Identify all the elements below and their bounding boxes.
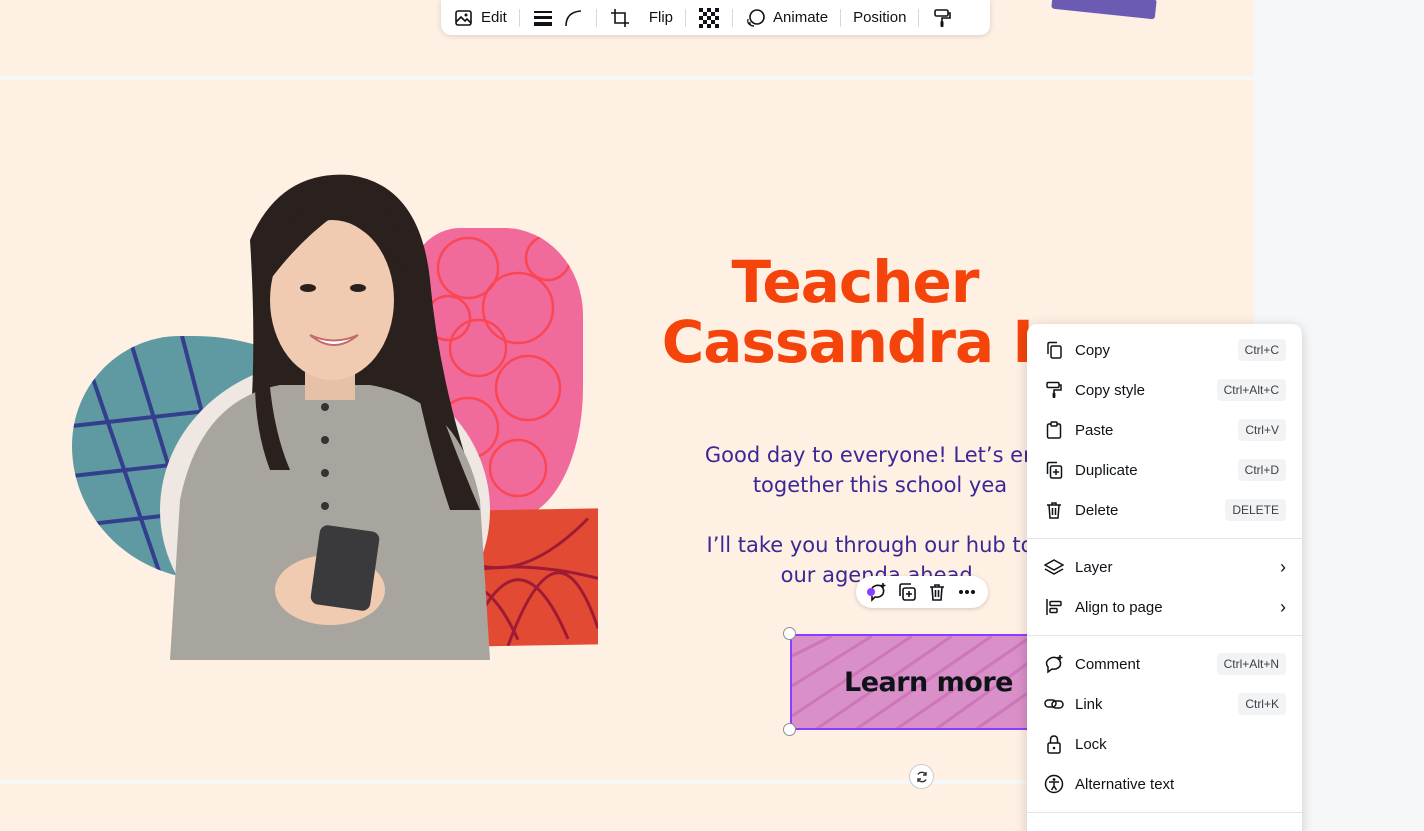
animate-label: Animate: [773, 9, 829, 26]
menu-item-align-to-page[interactable]: Align to page ›: [1027, 587, 1302, 627]
menu-item-copy[interactable]: Copy Ctrl+C: [1027, 330, 1302, 370]
crop-button[interactable]: [605, 3, 635, 33]
transparency-checker-icon: [698, 7, 720, 29]
menu-item-lock[interactable]: Lock: [1027, 724, 1302, 764]
menu-label: Align to page: [1075, 598, 1163, 616]
add-comment-button[interactable]: [865, 580, 889, 604]
corner-curve-icon: [562, 7, 584, 29]
copy-style-button[interactable]: [927, 3, 957, 33]
shortcut-badge: Ctrl+K: [1238, 693, 1286, 715]
element-quick-actions: [856, 576, 988, 608]
menu-divider: [1027, 812, 1302, 813]
menu-label: Paste: [1075, 421, 1114, 439]
title-line-2: Cassandra L: [661, 308, 1050, 376]
shortcut-badge: Ctrl+C: [1237, 339, 1286, 361]
menu-label: Duplicate: [1075, 461, 1138, 479]
menu-item-layer[interactable]: Layer ›: [1027, 547, 1302, 587]
image-edit-icon: [453, 7, 475, 29]
delete-button[interactable]: [925, 580, 949, 604]
clipboard-icon: [1043, 419, 1065, 441]
toolbar-divider: [918, 8, 920, 27]
resize-handle-bottom-left[interactable]: [783, 723, 796, 736]
context-menu: Copy Ctrl+C Copy style Ctrl+Alt+C Paste …: [1027, 324, 1302, 831]
learn-more-button[interactable]: Learn more: [790, 634, 1050, 730]
chevron-right-icon: ›: [1280, 556, 1286, 577]
accessibility-icon: [1043, 773, 1065, 795]
menu-divider: [1027, 635, 1302, 636]
toolbar-divider: [518, 8, 520, 27]
transparency-button[interactable]: [694, 3, 724, 33]
menu-label: Alternative text: [1075, 775, 1175, 793]
position-label: Position: [853, 9, 907, 26]
border-style-button[interactable]: [528, 3, 558, 33]
more-options-button[interactable]: [955, 580, 979, 604]
menu-label: Lock: [1075, 735, 1107, 753]
duplicate-icon: [899, 583, 916, 601]
paint-roller-icon: [1043, 379, 1065, 401]
menu-label: Comment: [1075, 655, 1141, 673]
edit-image-button[interactable]: Edit: [449, 3, 511, 33]
menu-item-delete[interactable]: Delete DELETE: [1027, 490, 1302, 530]
shortcut-badge: DELETE: [1225, 499, 1286, 521]
menu-label: Link: [1075, 695, 1103, 713]
menu-item-comment[interactable]: Comment Ctrl+Alt+N: [1027, 644, 1302, 684]
title-line-1: Teacher: [731, 248, 980, 316]
menu-item-duplicate[interactable]: Duplicate Ctrl+D: [1027, 450, 1302, 490]
paragraph-line: Good day to everyone! Let’s enjo: [704, 443, 1056, 467]
rotate-handle[interactable]: [909, 764, 934, 789]
animate-button[interactable]: Animate: [741, 3, 832, 33]
paragraph-line: I’ll take you through our hub to g: [706, 533, 1054, 557]
toolbar-divider: [595, 8, 597, 27]
menu-label: Delete: [1075, 501, 1119, 519]
shortcut-badge: Ctrl+Alt+N: [1216, 653, 1286, 675]
flip-button[interactable]: Flip: [645, 3, 677, 33]
position-button[interactable]: Position: [849, 3, 910, 33]
comment-add-icon: [1043, 653, 1065, 675]
comment-add-icon: [867, 583, 886, 602]
learn-more-label: Learn more: [844, 666, 1013, 698]
paragraph-line: together this school yea: [752, 473, 1008, 497]
trash-icon: [930, 584, 944, 601]
menu-item-copy-style[interactable]: Copy style Ctrl+Alt+C: [1027, 370, 1302, 410]
menu-label: Copy style: [1075, 381, 1146, 399]
resize-handle-top-left[interactable]: [783, 627, 796, 640]
copy-icon: [1043, 339, 1065, 361]
link-icon: [1043, 693, 1065, 715]
paint-roller-icon: [931, 7, 953, 29]
menu-label: Layer: [1075, 558, 1113, 576]
duplicate-icon: [1043, 459, 1065, 481]
chevron-right-icon: ›: [1280, 596, 1286, 617]
slide-title[interactable]: Teacher Cassandra L: [640, 252, 1070, 372]
teacher-photo[interactable]: [120, 170, 520, 660]
edit-label: Edit: [481, 9, 507, 26]
more-horizontal-icon: [959, 590, 975, 594]
menu-divider: [1027, 538, 1302, 539]
menu-label: Copy: [1075, 341, 1111, 359]
layers-icon: [1043, 556, 1065, 578]
shortcut-badge: Ctrl+D: [1237, 459, 1286, 481]
flip-label: Flip: [648, 9, 674, 26]
corner-rounding-button[interactable]: [558, 3, 588, 33]
duplicate-button[interactable]: [895, 580, 919, 604]
toolbar-divider: [840, 8, 842, 27]
shortcut-badge: Ctrl+Alt+C: [1216, 379, 1286, 401]
image-toolbar: Edit Flip Animate Position: [441, 0, 990, 35]
animate-icon: [745, 7, 767, 29]
menu-item-link[interactable]: Link Ctrl+K: [1027, 684, 1302, 724]
lock-icon: [1043, 733, 1065, 755]
decor-shape: [1051, 0, 1157, 20]
toolbar-divider: [685, 8, 687, 27]
menu-item-alternative-text[interactable]: Alternative text: [1027, 764, 1302, 804]
menu-item-paste[interactable]: Paste Ctrl+V: [1027, 410, 1302, 450]
rotate-icon: [916, 771, 927, 782]
intro-paragraph[interactable]: Good day to everyone! Let’s enjo togethe…: [690, 440, 1070, 500]
align-left-icon: [1043, 596, 1065, 618]
trash-icon: [1043, 499, 1065, 521]
shortcut-badge: Ctrl+V: [1238, 419, 1286, 441]
crop-icon: [609, 7, 631, 29]
toolbar-divider: [732, 8, 734, 27]
border-style-icon: [532, 7, 554, 29]
